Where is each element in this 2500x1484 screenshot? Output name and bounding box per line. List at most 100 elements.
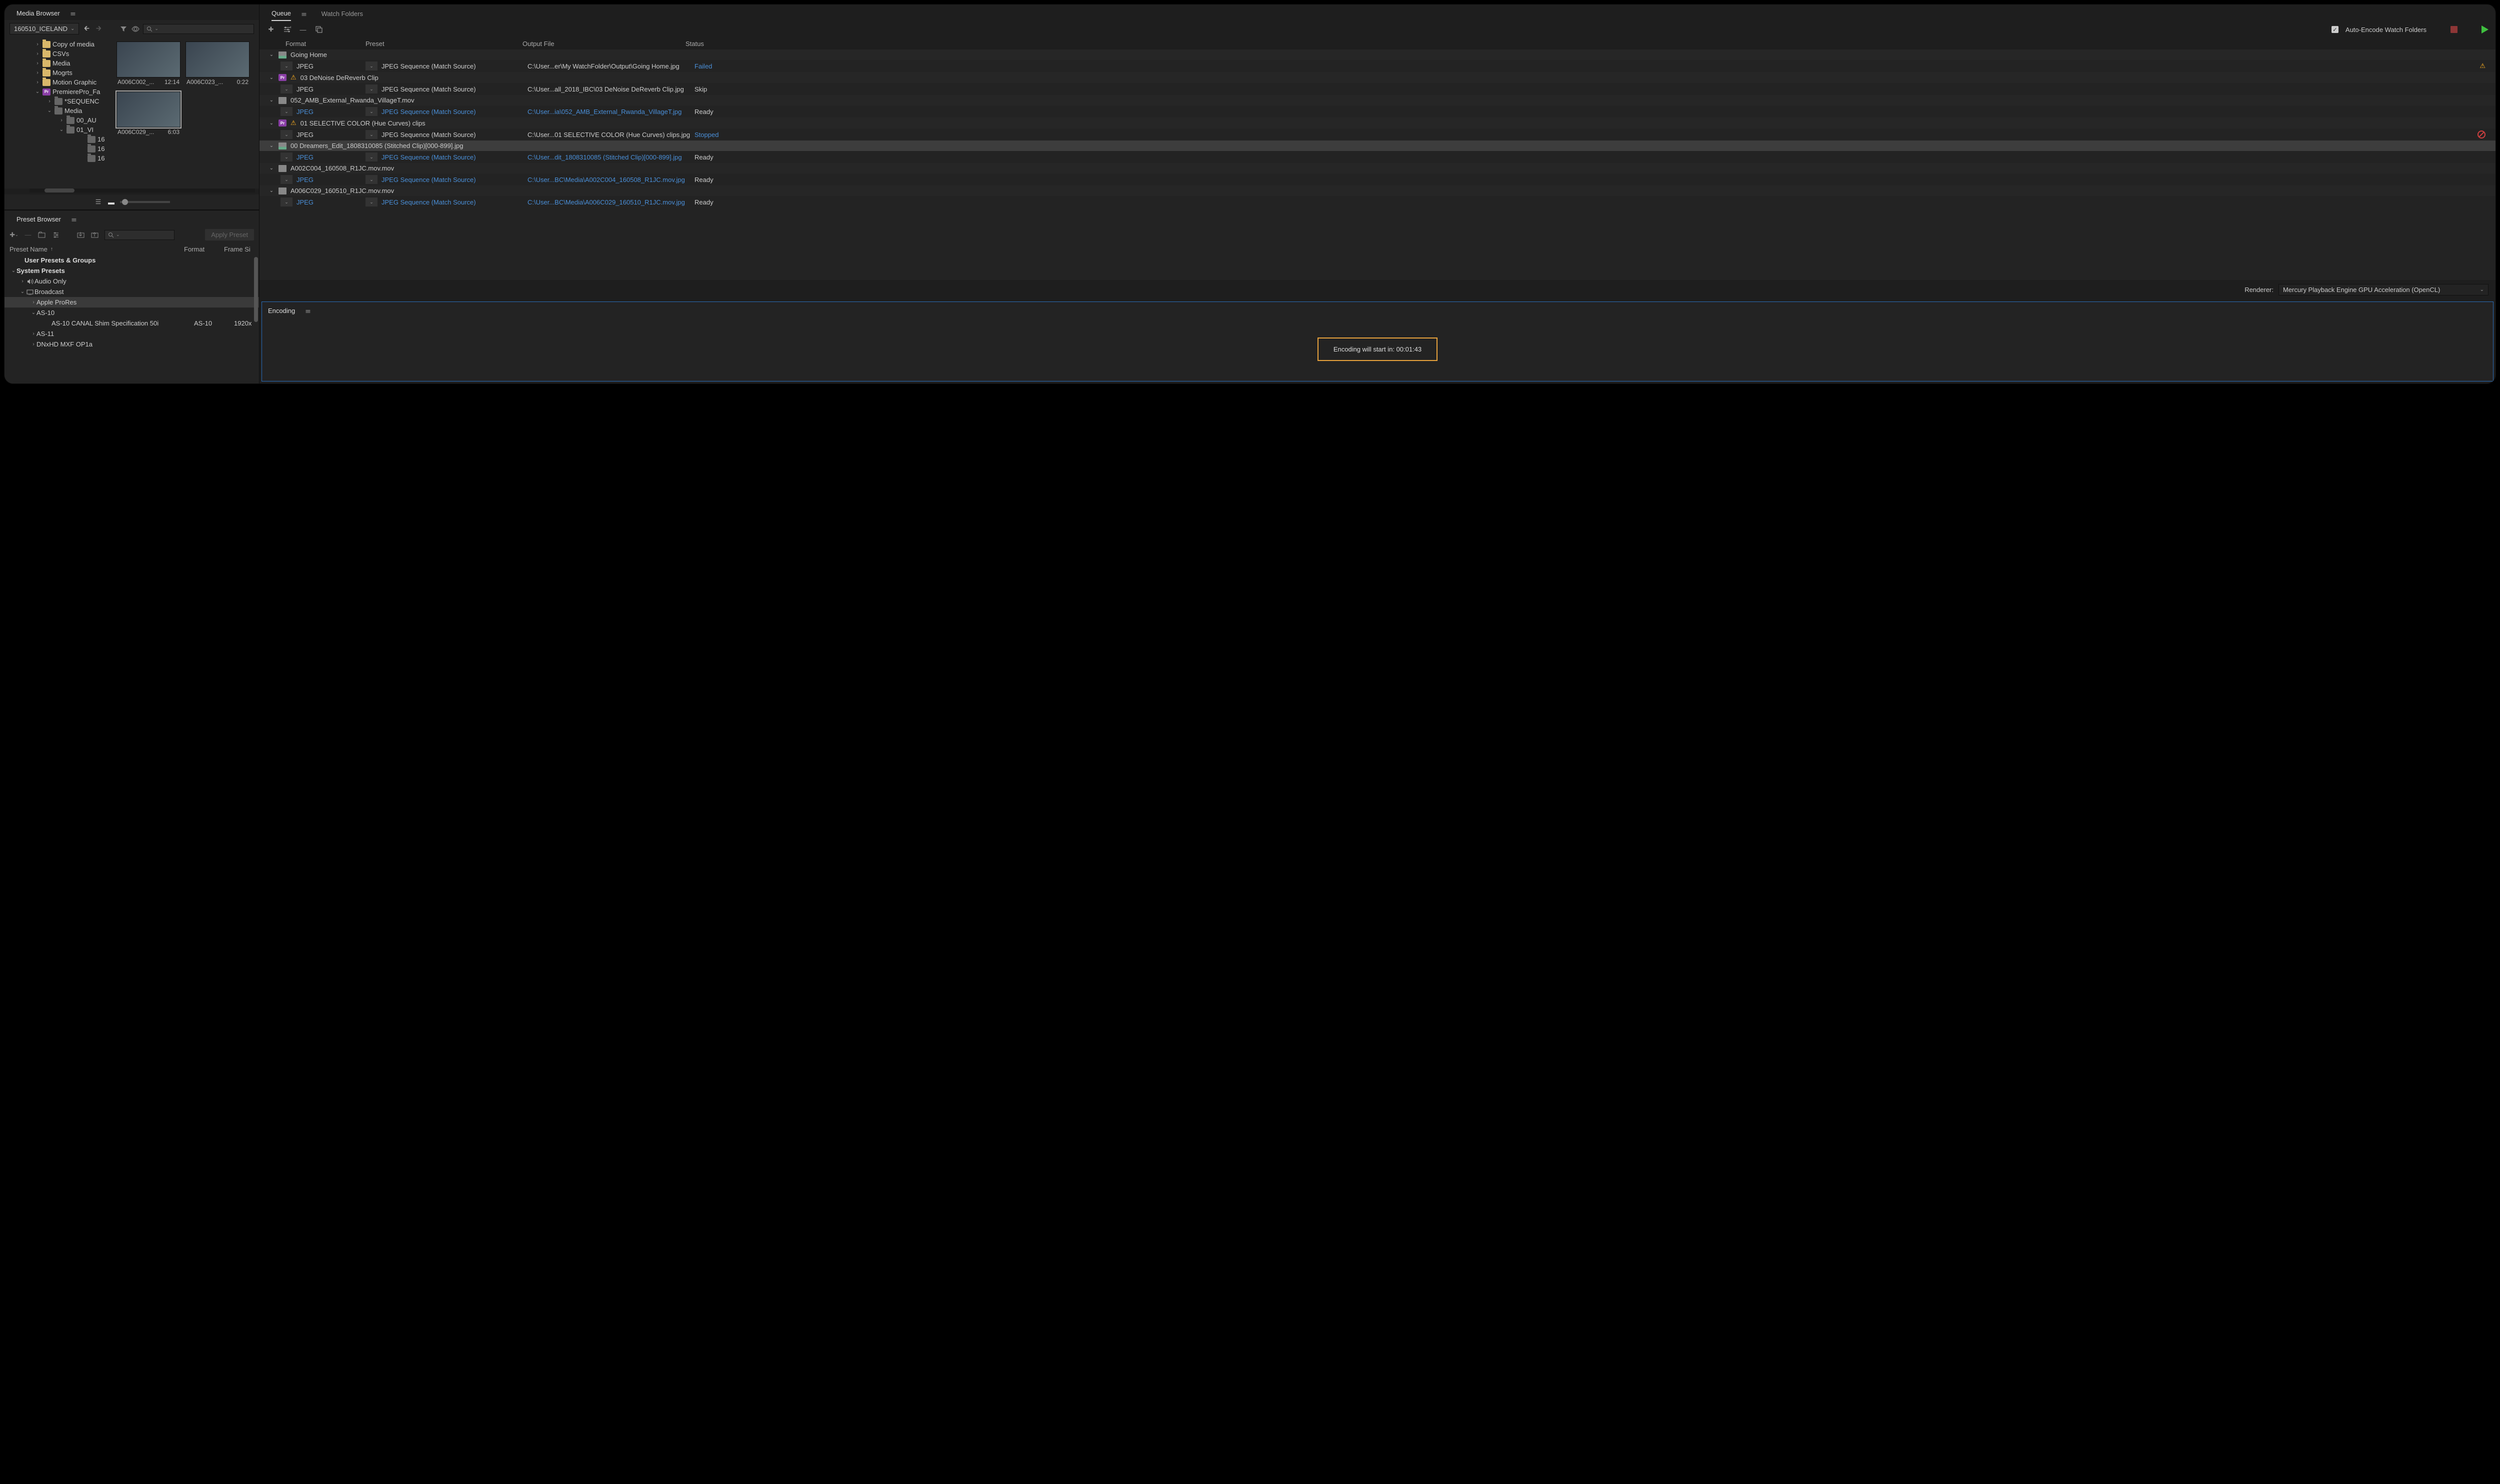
header-format[interactable]: Format [184, 246, 224, 253]
preset-dropdown[interactable]: ⌄ [366, 198, 378, 206]
remove-icon[interactable]: — [298, 25, 308, 34]
panel-menu-icon[interactable]: ≡ [70, 10, 74, 18]
format-dropdown[interactable]: ⌄ [280, 62, 292, 70]
thumbnail[interactable]: A006C002_...12:14 [116, 42, 180, 86]
queue-row[interactable]: ⌄JPEG⌄JPEG Sequence (Match Source)C:\Use… [260, 128, 2496, 140]
format-dropdown[interactable]: ⌄ [280, 107, 292, 116]
preset-dropdown[interactable]: ⌄ [366, 84, 378, 94]
row-output[interactable]: C:\User...ia\052_AMB_External_Rwanda_Vil… [528, 108, 690, 116]
row-output[interactable]: C:\User...BC\Media\A006C029_160510_R1JC.… [528, 198, 690, 206]
preset-dropdown[interactable]: ⌄ [366, 152, 378, 162]
header-format[interactable]: Format [286, 40, 366, 48]
list-view-icon[interactable]: ☰ [94, 198, 103, 206]
queue-row[interactable]: ⌄JPEG⌄JPEG Sequence (Match Source)C:\Use… [260, 83, 2496, 95]
import-icon[interactable] [76, 230, 86, 240]
tree-item[interactable]: ⌄01_VI [4, 125, 112, 134]
preset-dropdown[interactable]: ⌄ [366, 107, 378, 116]
tree-item[interactable]: ›Media [4, 58, 112, 68]
preset-row[interactable]: ⌄System Presets [4, 266, 259, 276]
tree-item[interactable]: ⌄PrPremierePro_Fa [4, 87, 112, 96]
export-icon[interactable] [90, 230, 100, 240]
queue-row[interactable]: ⌄ JPEG ⌄ JPEG Sequence (Match Source) C:\Use… [260, 196, 2496, 208]
thumbnail[interactable]: A006C023_...0:22 [186, 42, 250, 86]
tree-item[interactable]: ›00_AU [4, 116, 112, 125]
filter-icon[interactable] [119, 24, 128, 34]
duplicate-icon[interactable] [314, 25, 324, 34]
auto-encode-checkbox[interactable]: ✓ [2332, 26, 2338, 33]
format-dropdown[interactable]: ⌄ [280, 198, 292, 206]
tree-item[interactable]: ›Copy of media [4, 40, 112, 49]
add-source-icon[interactable]: ✚ [266, 25, 276, 34]
row-preset[interactable]: JPEG Sequence (Match Source) [382, 154, 524, 161]
preset-row[interactable]: ⌄Broadcast [4, 286, 259, 297]
header-preset[interactable]: Preset [366, 40, 522, 48]
new-group-icon[interactable] [38, 230, 46, 240]
tree-item[interactable]: ⌄Media [4, 106, 112, 116]
preset-row[interactable]: User Presets & Groups [4, 255, 259, 266]
media-browser-tab[interactable]: Media Browser [16, 8, 60, 20]
apply-preset-button[interactable]: Apply Preset [205, 229, 254, 240]
row-format[interactable]: JPEG [296, 154, 362, 161]
nav-fwd-icon[interactable]: 🡲 [94, 24, 103, 34]
tree-item[interactable]: ›Mogrts [4, 68, 112, 78]
tree-item[interactable]: 16 [4, 154, 112, 163]
format-dropdown[interactable]: ⌄ [280, 175, 292, 184]
settings-sliders-icon[interactable]: + [282, 25, 292, 34]
settings-icon[interactable] [52, 230, 60, 240]
panel-menu-icon[interactable]: ≡ [306, 308, 310, 315]
preset-row[interactable]: ›Apple ProRes [4, 297, 259, 308]
preset-row[interactable]: ›AS-11 [4, 328, 259, 339]
row-preset[interactable]: JPEG Sequence (Match Source) [382, 198, 524, 206]
row-output[interactable]: C:\User...dit_1808310085 (Stitched Clip)… [528, 154, 690, 161]
preset-row[interactable]: ›Audio Only [4, 276, 259, 286]
zoom-slider[interactable] [120, 201, 170, 203]
preset-browser-tab[interactable]: Preset Browser [16, 214, 61, 226]
queue-group[interactable]: ⌄A006C029_160510_R1JC.mov.mov [260, 186, 2496, 196]
header-preset-name[interactable]: Preset Name ↑ [10, 246, 184, 253]
encoding-tab[interactable]: Encoding [268, 305, 295, 318]
preset-dropdown[interactable]: ⌄ [366, 62, 378, 70]
queue-group[interactable]: ⌄A002C004_160508_R1JC.mov.mov [260, 163, 2496, 174]
nav-back-icon[interactable]: 🡰 [82, 24, 91, 34]
tree-item[interactable]: ›Motion Graphic [4, 78, 112, 87]
stop-button[interactable] [2450, 26, 2458, 33]
panel-menu-icon[interactable]: ≡ [302, 10, 306, 18]
tree-item[interactable]: ›*SEQUENC [4, 96, 112, 106]
queue-group[interactable]: ⌄Pr⚠03 DeNoise DeReverb Clip [260, 72, 2496, 83]
add-preset-icon[interactable]: ✚⌄ [10, 230, 18, 240]
tree-item[interactable]: 16 [4, 144, 112, 154]
row-format[interactable]: JPEG [296, 108, 362, 116]
preset-dropdown[interactable]: ⌄ [366, 130, 378, 139]
preset-row[interactable]: AS-10 CANAL Shim Specification 50iAS-101… [4, 318, 259, 328]
thumb-view-icon[interactable]: ▬ [107, 198, 116, 206]
queue-group[interactable]: ⌄Going Home [260, 50, 2496, 60]
queue-row[interactable]: ⌄JPEG⌄JPEG Sequence (Match Source)C:\Use… [260, 60, 2496, 72]
format-dropdown[interactable]: ⌄ [280, 130, 292, 139]
eye-icon[interactable] [131, 24, 140, 34]
preset-row[interactable]: ⌄AS-10 [4, 308, 259, 318]
row-preset[interactable]: JPEG Sequence (Match Source) [382, 108, 524, 116]
queue-row[interactable]: ⌄ JPEG ⌄ JPEG Sequence (Match Source) C:\Use… [260, 106, 2496, 118]
row-preset[interactable]: JPEG Sequence (Match Source) [382, 176, 524, 184]
header-framesize[interactable]: Frame Si [224, 246, 254, 253]
header-output[interactable]: Output File [522, 40, 686, 48]
row-output[interactable]: C:\User...BC\Media\A002C004_160508_R1JC.… [528, 176, 690, 184]
preset-row[interactable]: ›DNxHD MXF OP1a [4, 339, 259, 350]
path-dropdown[interactable]: 160510_ICELAND ⌄ [10, 23, 79, 34]
queue-row[interactable]: ⌄ JPEG ⌄ JPEG Sequence (Match Source) C:\Use… [260, 151, 2496, 163]
queue-group[interactable]: ⌄00 Dreamers_Edit_1808310085 (Stitched C… [260, 140, 2496, 151]
panel-menu-icon[interactable]: ≡ [72, 216, 76, 224]
thumbnail[interactable]: A006C029_...6:03 [116, 92, 180, 136]
preset-scrollbar[interactable] [254, 257, 258, 322]
tree-scrollbar[interactable] [30, 188, 255, 192]
header-status[interactable]: Status [686, 40, 2496, 48]
queue-group[interactable]: ⌄052_AMB_External_Rwanda_VillageT.mov [260, 95, 2496, 106]
tree-item[interactable]: 16 [4, 134, 112, 144]
queue-tab[interactable]: Queue [272, 8, 291, 21]
format-dropdown[interactable]: ⌄ [280, 152, 292, 162]
queue-group[interactable]: ⌄Pr⚠01 SELECTIVE COLOR (Hue Curves) clip… [260, 118, 2496, 128]
start-queue-button[interactable] [2482, 26, 2488, 34]
preset-dropdown[interactable]: ⌄ [366, 175, 378, 184]
preset-search[interactable]: ⌄ [104, 230, 174, 240]
row-format[interactable]: JPEG [296, 198, 362, 206]
